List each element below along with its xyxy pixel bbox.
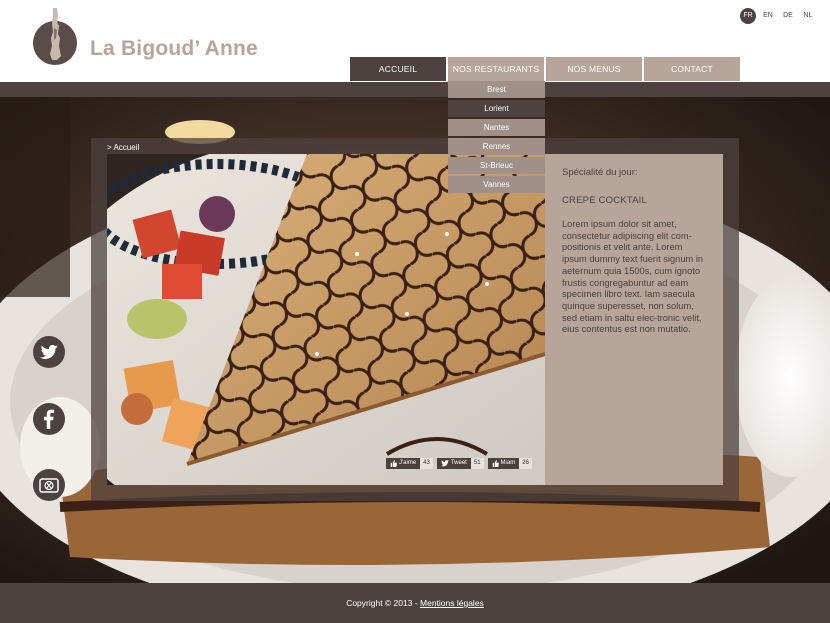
nav-restaurants[interactable]: NOS RESTAURANTS <box>448 57 544 81</box>
like-label: J'aime <box>399 460 417 466</box>
copyright-text: Copyright © 2013 - <box>346 598 421 608</box>
like-button[interactable]: J'aime <box>386 458 421 469</box>
brand-name: La Bigoud’ Anne <box>90 37 258 60</box>
nav-menus[interactable]: NOS MENUS <box>546 57 642 81</box>
like-share: J'aime 43 <box>386 458 433 469</box>
lang-en[interactable]: EN <box>760 8 776 24</box>
legal-link[interactable]: Mentions légales <box>420 598 484 608</box>
restaurants-dropdown: Brest Lorient Nantes Rennes St-Brieuc Va… <box>448 81 545 195</box>
footer: Copyright © 2013 - Mentions légales <box>0 583 830 623</box>
language-switcher: FR EN DE NL <box>740 8 816 24</box>
tweet-share: Tweet 51 <box>436 458 484 469</box>
logo[interactable] <box>33 8 79 65</box>
miam-button[interactable]: Miam <box>487 458 520 469</box>
special-description: Lorem ipsum dolor sit amet, consectetur … <box>562 219 704 335</box>
lang-fr[interactable]: FR <box>740 8 756 24</box>
miam-label: Miam <box>500 460 516 466</box>
special-label: Spécialité du jour: <box>562 167 638 178</box>
twitter-icon[interactable] <box>33 336 65 368</box>
restaurant-icon[interactable] <box>33 469 65 501</box>
lang-nl[interactable]: NL <box>800 8 816 24</box>
dropdown-item-lorient[interactable]: Lorient <box>448 100 545 117</box>
bigoudene-figure-icon <box>50 8 61 60</box>
tweet-button[interactable]: Tweet <box>436 458 471 469</box>
thumbs-up-icon <box>492 460 499 467</box>
lang-de[interactable]: DE <box>780 8 796 24</box>
thumbs-up-icon <box>390 460 397 467</box>
facebook-icon[interactable] <box>33 403 65 435</box>
daily-special-panel: Spécialité du jour: CREPE COCKTAIL Lorem… <box>545 154 723 485</box>
dropdown-item-rennes[interactable]: Rennes <box>448 138 545 155</box>
dropdown-item-brest[interactable]: Brest <box>448 81 545 98</box>
special-title: CREPE COCKTAIL <box>562 195 647 206</box>
dropdown-item-nantes[interactable]: Nantes <box>448 119 545 136</box>
nav-home[interactable]: ACCUEIL <box>350 57 446 81</box>
dropdown-item-vannes[interactable]: Vannes <box>448 176 545 193</box>
nav-contact[interactable]: CONTACT <box>644 57 740 81</box>
miam-count: 26 <box>519 458 532 469</box>
tweet-count: 51 <box>470 458 484 469</box>
miam-share: Miam 26 <box>487 458 532 469</box>
dropdown-item-st-brieuc[interactable]: St-Brieuc <box>448 157 545 174</box>
share-buttons: J'aime 43 Tweet 51 Miam 26 <box>386 458 532 469</box>
twitter-bird-icon <box>440 460 449 467</box>
like-count: 43 <box>420 458 433 469</box>
tweet-label: Tweet <box>450 460 467 466</box>
breadcrumb[interactable]: > Accueil <box>107 143 139 152</box>
crepe-photo <box>107 154 545 485</box>
nav-band <box>0 82 830 97</box>
main-nav: ACCUEIL NOS RESTAURANTS NOS MENUS CONTAC… <box>350 57 740 81</box>
